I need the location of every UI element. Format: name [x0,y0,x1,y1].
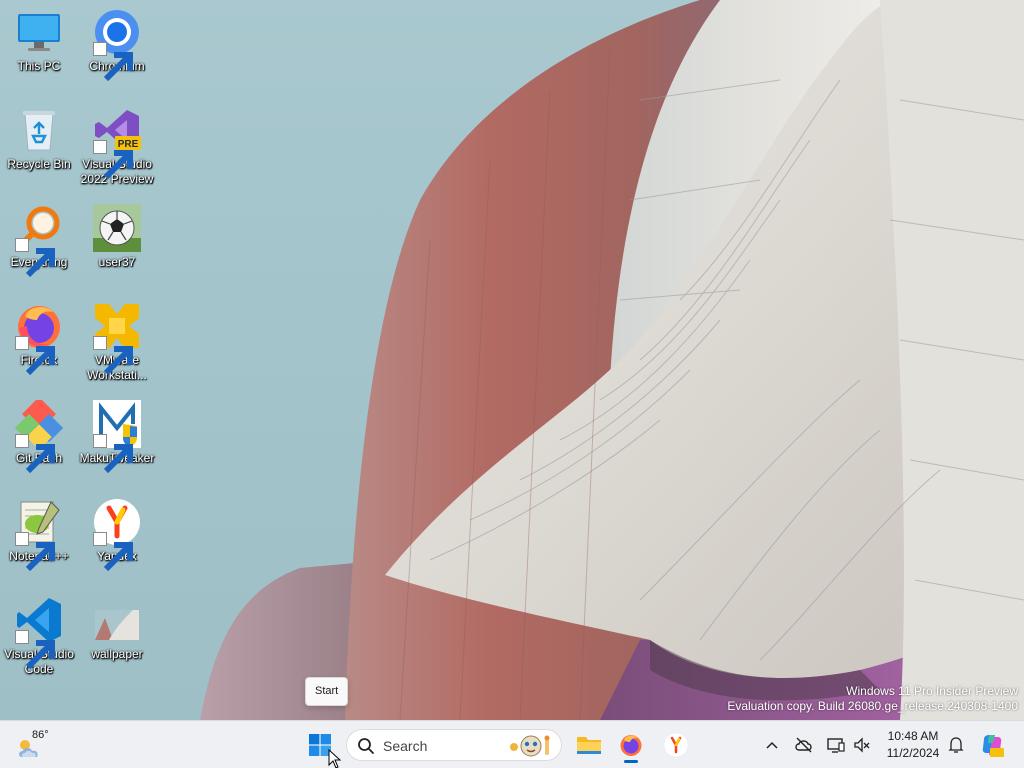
desktop-icon-label: This PC [17,59,61,73]
desktop-icon-makutweaker[interactable]: MakuTweaker [78,400,156,474]
show-hidden-icons-button[interactable] [762,735,782,755]
start-tooltip: Start [305,677,349,706]
shortcut-arrow-icon [15,532,55,572]
desktop-icon-wallpaper[interactable]: wallpaper [78,596,156,662]
vscode-icon [15,596,63,670]
yandex-taskbar-button[interactable] [656,725,696,765]
shortcut-arrow-icon [15,434,55,474]
magnifier-orange-icon [15,204,63,278]
clock-date: 11/2/2024 [886,746,940,760]
file-explorer-taskbar-button[interactable] [569,725,609,765]
shortcut-arrow-icon [15,630,55,670]
shortcut-arrow-icon [93,434,133,474]
volume-status-button[interactable] [852,735,872,755]
evaluation-watermark: Windows 11 Pro Insider Preview Evaluatio… [727,684,1018,714]
chromium-icon [93,8,141,82]
shortcut-arrow-icon [93,532,133,572]
visual-studio-icon: PRE [93,106,141,180]
shortcut-arrow-icon [93,42,133,82]
desktop-icon-everything[interactable]: Everything [0,204,78,278]
partly-cloudy-icon [19,740,38,757]
taskbar: 86° Search 10:48 AM 11/2/2024 [0,720,1024,768]
firefox-icon [15,302,63,376]
desktop-icon-recycle-bin[interactable]: Recycle Bin [0,106,78,172]
git-icon [15,400,63,474]
copilot-icon [982,735,1004,757]
watermark-edition: Windows 11 Pro Insider Preview [846,684,1018,698]
recycle-bin-icon [15,106,63,154]
monitor-icon [15,8,63,56]
shortcut-arrow-icon [15,238,55,278]
desktop-icon-visual-studio-preview[interactable]: PRE Visual Studio 2022 Preview [78,106,156,187]
search-icon [358,738,374,754]
desktop-icon-label: Recycle Bin [7,157,71,171]
desktop-icon-vmware-workstation[interactable]: VMware Workstati... [78,302,156,383]
shortcut-arrow-icon [93,336,133,376]
desktop-icon-firefox[interactable]: Firefox [0,302,78,376]
desktop-icon-label: user37 [98,255,136,269]
firefox-icon [620,735,642,756]
desktop-icon-visual-studio-code[interactable]: Visual Studio Code [0,596,78,677]
desktop-icon-notepad-plus-plus[interactable]: Notepad++ [0,498,78,572]
display-status-button[interactable] [826,735,846,755]
desktop-icon-git-bash[interactable]: Git Bash [0,400,78,474]
soccer-ball-icon [93,204,141,252]
network-status-button[interactable] [794,735,814,755]
yandex-icon [664,733,688,757]
volume-muted-icon [854,737,870,753]
taskbar-search-box[interactable]: Search [346,729,562,761]
search-highlight-art-icon [510,735,550,757]
watermark-build: Evaluation copy. Build 26080.ge_release.… [727,699,1018,713]
clock-time: 10:48 AM [887,729,939,743]
desktop-icon-this-pc[interactable]: This PC [0,8,78,74]
image-file-icon [93,596,141,644]
desktop-icon-yandex[interactable]: Yandex [78,498,156,572]
shortcut-arrow-icon [15,336,55,376]
taskbar-clock[interactable]: 10:48 AM 11/2/2024 [880,728,946,762]
desktop-icon-chromium[interactable]: Chromium [78,8,156,82]
search-placeholder: Search [383,738,428,754]
desktop-icon-user37[interactable]: user37 [78,204,156,270]
makutweaker-icon [93,400,141,474]
vmware-icon [93,302,141,376]
yandex-icon [93,498,141,572]
folder-icon [577,737,601,754]
display-icon [827,738,845,753]
copilot-button[interactable] [980,733,1004,757]
notepad-plus-plus-icon [15,498,63,572]
shortcut-arrow-icon [93,140,133,180]
chevron-up-icon [766,741,778,749]
network-disconnected-icon [795,737,812,753]
mouse-cursor-icon [328,749,342,768]
firefox-taskbar-button[interactable] [611,725,651,765]
weather-widget[interactable]: 86° [14,727,54,763]
notification-center-button[interactable] [946,735,966,755]
notification-bell-icon [948,737,964,753]
desktop-icon-label: wallpaper [91,647,143,661]
